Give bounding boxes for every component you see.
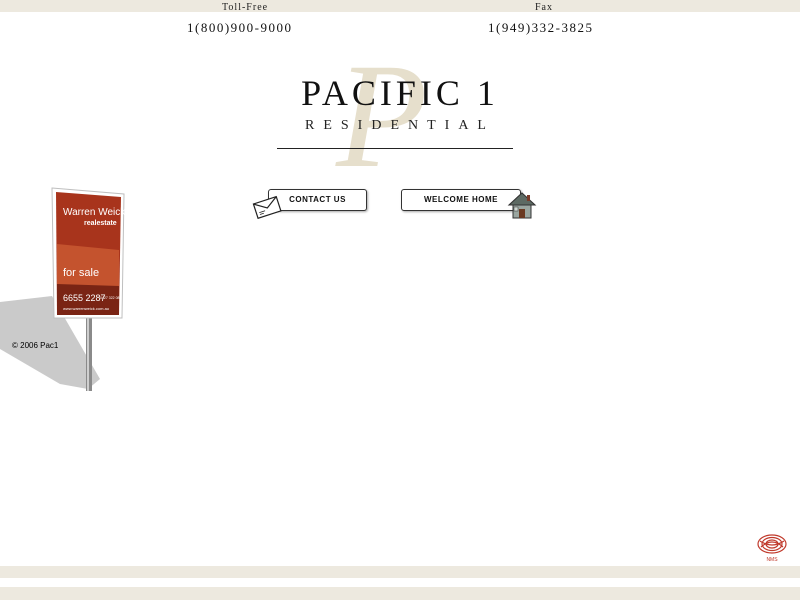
copyright-text: © 2006 Pac1 [12,341,59,350]
top-bar [0,0,800,12]
svg-text:Warren Weick: Warren Weick [63,207,126,218]
footer-bar-lower [0,587,800,600]
for-sale-sign-image: Warren Weick realestate for sale 6655 22… [0,187,126,391]
svg-text:www.warrenweick.com.au: www.warrenweick.com.au [63,306,109,311]
toll-free-number: 1(800)900-9000 [187,20,293,35]
brand-title: PACIFIC 1 [301,73,499,113]
nms-logo-icon[interactable]: NMS [754,533,790,563]
welcome-home-button[interactable]: WELCOME HOME [401,189,521,211]
svg-text:for sale: for sale [63,267,99,279]
toll-free-label: Toll-Free [222,2,269,13]
fax-number: 1(949)332-3825 [488,20,594,35]
brand-divider [277,148,513,149]
contact-us-button[interactable]: CONTACT US [268,189,367,211]
envelope-icon[interactable] [252,195,282,219]
contact-us-label: CONTACT US [289,195,346,204]
welcome-home-label: WELCOME HOME [424,195,498,204]
footer-bar [0,566,800,578]
svg-text:realestate: realestate [84,220,117,227]
house-icon[interactable] [507,190,537,220]
svg-text:0427 322 088: 0427 322 088 [100,296,121,300]
brand-subtitle: RESIDENTIAL [305,118,495,133]
fax-label: Fax [535,2,553,13]
svg-text:NMS: NMS [766,557,778,563]
